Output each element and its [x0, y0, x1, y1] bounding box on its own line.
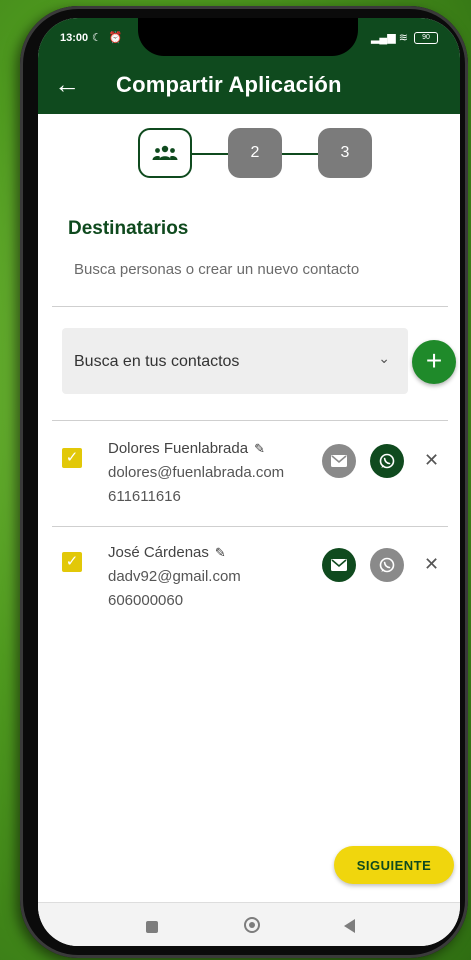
contact-email: dolores@fuenlabrada.com — [108, 464, 285, 481]
contact-phone: 606000060 — [108, 592, 184, 609]
contact-row: ✓ Dolores Fuenlabrada ✎ dolores@fuenlabra… — [38, 432, 460, 532]
whatsapp-icon — [379, 557, 395, 573]
contact-name: Dolores Fuenlabrada — [108, 440, 249, 457]
contact-name-row: José Cárdenas ✎ — [108, 544, 226, 561]
divider — [52, 526, 448, 527]
remove-contact-icon[interactable]: ✕ — [424, 450, 439, 471]
contact-name-row: Dolores Fuenlabrada ✎ — [108, 440, 265, 457]
whatsapp-toggle-button[interactable] — [370, 444, 404, 478]
back-arrow-icon[interactable]: ← — [54, 69, 80, 99]
home-icon[interactable] — [244, 917, 260, 933]
contact-phone: 611611616 — [108, 488, 181, 505]
app-bar: ← Compartir Aplicación — [38, 58, 460, 114]
camera-notch — [138, 18, 358, 56]
email-toggle-button[interactable] — [322, 548, 356, 582]
status-icons: ☾ ⏰ — [92, 32, 125, 44]
email-icon — [331, 559, 347, 571]
step-2[interactable]: 2 — [228, 128, 282, 178]
contact-name: José Cárdenas — [108, 544, 209, 561]
step-connector — [190, 153, 230, 155]
section-subtitle: Busca personas o crear un nuevo contacto — [74, 261, 360, 278]
divider — [52, 306, 448, 307]
stepper: 2 3 — [138, 128, 378, 182]
whatsapp-icon — [379, 453, 395, 469]
recents-icon[interactable] — [146, 921, 158, 933]
contact-checkbox[interactable]: ✓ — [62, 552, 82, 572]
contact-email: dadv92@gmail.com — [108, 568, 241, 585]
section-title: Destinatarios — [68, 218, 189, 239]
chevron-down-icon: ⌄ — [378, 350, 390, 366]
group-icon — [152, 145, 178, 160]
remove-contact-icon[interactable]: ✕ — [424, 554, 439, 575]
signal-wifi-icon: ▂▄▆ ≋ 90 — [370, 31, 438, 45]
nav-back-icon[interactable] — [344, 919, 355, 933]
edit-icon[interactable]: ✎ — [215, 545, 226, 560]
contacts-search-dropdown[interactable]: Busca en tus contactos ⌄ — [62, 328, 408, 394]
status-time: 13:00 — [60, 32, 89, 44]
email-icon — [331, 455, 347, 467]
battery-icon: 90 — [414, 32, 438, 45]
step-connector — [282, 153, 320, 155]
search-placeholder: Busca en tus contactos — [74, 353, 240, 370]
add-contact-button[interactable]: + — [412, 340, 456, 384]
app-screen: 13:00 ☾ ⏰ ▂▄▆ ≋ 90 ← Compartir Aplicació… — [38, 18, 460, 946]
step-1-recipients[interactable] — [138, 128, 192, 178]
divider — [52, 420, 448, 421]
contact-row: ✓ José Cárdenas ✎ dadv92@gmail.com 606000… — [38, 540, 460, 640]
next-button[interactable]: SIGUIENTE — [334, 846, 454, 884]
edit-icon[interactable]: ✎ — [254, 441, 265, 456]
page-title: Compartir Aplicación — [116, 72, 342, 97]
step-3[interactable]: 3 — [318, 128, 372, 178]
system-nav-bar — [38, 902, 460, 946]
contact-checkbox[interactable]: ✓ — [62, 448, 82, 468]
email-toggle-button[interactable] — [322, 444, 356, 478]
signal-icon: ▂▄▆ ≋ — [370, 32, 408, 44]
whatsapp-toggle-button[interactable] — [370, 548, 404, 582]
